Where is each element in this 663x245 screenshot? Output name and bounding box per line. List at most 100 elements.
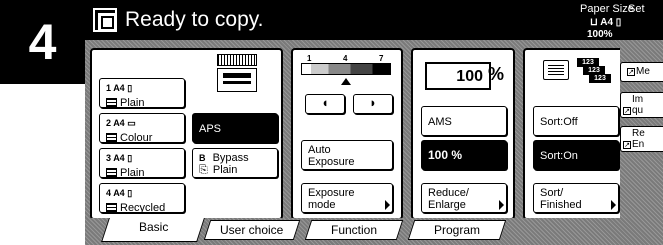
screen-number: 4 (0, 0, 85, 84)
drawer-number: 2 (106, 118, 112, 128)
exposure-darker-button[interactable]: ◗ (353, 94, 393, 114)
aps-label: APS (199, 123, 222, 135)
lighter-half-icon: ◖ (321, 95, 329, 110)
exposure-mode-label: Exposure mode (308, 187, 355, 211)
arrow-icon: ↗ (623, 107, 631, 115)
ams-label: AMS (428, 116, 452, 128)
reduce-enlarge-panel: 100 % AMS 100 % Reduce/ Enlarge (411, 48, 515, 220)
paper-size-value: ⊔ A4 ▯ (590, 17, 621, 28)
portrait-page-icon: ▯ (127, 83, 133, 93)
exposure-panel: 1 4 7 ◖ ◗ Auto Exposure Exposure mode (291, 48, 403, 220)
exposure-mode-button[interactable]: Exposure mode (301, 183, 393, 213)
bypass-tray-letter: B (199, 153, 206, 163)
sort-off-label: Sort:Off (540, 116, 578, 128)
zoom-value: 100 (456, 68, 483, 85)
drawer-type: Plain (120, 97, 145, 109)
drawer-3-button[interactable]: 3 A4 ▯ Plain (99, 148, 185, 179)
paper-size-header: Paper Size (580, 3, 634, 15)
memory-button[interactable]: ↗ Me (620, 62, 663, 82)
main-panel: 1 A4 ▯ Plain 2 A4 ▭ Colour 3 A4 ▯ Plain … (85, 40, 663, 232)
drawer-type: Colour (120, 132, 153, 144)
copy-status-icon (93, 8, 117, 32)
aps-button[interactable]: APS (192, 113, 278, 143)
paper-size-text: A4 (600, 17, 614, 28)
paper-stack-icon (106, 203, 117, 212)
sort-finished-label: Sort/ Finished (540, 187, 582, 211)
auto-exposure-button[interactable]: Auto Exposure (301, 140, 393, 170)
image-quality-label: Im qu (632, 94, 644, 116)
status-header: Ready to copy. Paper Size Set ⊔ A4 ▯ 100… (85, 0, 663, 40)
drawer-size: A4 (113, 188, 125, 198)
zoom-value-header: 100% (587, 29, 613, 40)
drawer-size: A4 (113, 153, 125, 163)
exposure-scale-max: 7 (379, 54, 384, 63)
exposure-density-scale (301, 63, 391, 75)
sort-on-button[interactable]: Sort:On (533, 140, 619, 170)
tab-program-label: Program (433, 223, 480, 237)
sort-finished-button[interactable]: Sort/ Finished (533, 183, 619, 213)
paper-stack-icon (106, 133, 117, 142)
portrait-page-icon: ▯ (127, 153, 133, 163)
paper-stack-icon (106, 98, 117, 107)
arrow-right-icon (499, 200, 504, 210)
drawer-4-button[interactable]: 4 A4 ▯ Recycled (99, 183, 185, 214)
tab-basic-label: Basic (139, 220, 169, 234)
tab-function[interactable]: Function (304, 220, 404, 240)
sort-tray-icon (543, 60, 569, 80)
drawer-1-button[interactable]: 1 A4 ▯ Plain (99, 78, 185, 109)
arrow-icon: ↗ (627, 68, 635, 76)
bypass-type: Plain (212, 164, 238, 176)
tab-user-choice-label: User choice (220, 223, 284, 237)
set-header: Set (628, 3, 645, 15)
tab-bar: Basic User choice Function Program (85, 218, 663, 245)
zoom-100-label: 100 % (428, 148, 463, 162)
bypass-label: Bypass (212, 152, 249, 164)
landscape-page-icon: ▭ (127, 118, 136, 128)
sort-on-label: Sort:On (540, 150, 578, 162)
reserve-label: Re En (632, 128, 645, 150)
paper-tray-icon: ⊔ (590, 17, 601, 28)
drawer-size: A4 (113, 118, 125, 128)
arrow-right-icon (611, 200, 616, 210)
paper-stack-icon (106, 168, 117, 177)
reduce-enlarge-label: Reduce/ Enlarge (428, 187, 469, 211)
copier-illustration-icon (217, 54, 257, 94)
ams-button[interactable]: AMS (421, 106, 507, 136)
zoom-100-button[interactable]: 100 % (421, 140, 507, 170)
exposure-level-marker-icon (341, 78, 351, 85)
exposure-scale-min: 1 (307, 54, 312, 63)
tab-program[interactable]: Program (407, 220, 507, 240)
sort-off-button[interactable]: Sort:Off (533, 106, 619, 136)
status-message: Ready to copy. (125, 8, 264, 31)
reduce-enlarge-button[interactable]: Reduce/ Enlarge (421, 183, 507, 213)
sort-stack-3: 123 (589, 74, 611, 83)
drawer-type: Recycled (120, 202, 166, 214)
drawer-number: 1 (106, 83, 112, 93)
paper-selection-panel: 1 A4 ▯ Plain 2 A4 ▭ Colour 3 A4 ▯ Plain … (90, 48, 283, 220)
bypass-tray-icon: ⎘ (199, 164, 208, 176)
image-quality-button[interactable]: ↗ Im qu (620, 92, 663, 118)
right-side-bar: ↗ Me ↗ Im qu ↗ Re En (620, 40, 663, 220)
drawer-number: 4 (106, 188, 112, 198)
drawer-number: 3 (106, 153, 112, 163)
portrait-page-icon: ▯ (127, 188, 133, 198)
reserve-button[interactable]: ↗ Re En (620, 126, 663, 152)
drawer-size: A4 (113, 83, 125, 93)
arrow-right-icon (385, 200, 390, 210)
bypass-button[interactable]: B Bypass ⎘ Plain (192, 148, 278, 178)
drawer-type: Plain (120, 167, 145, 179)
percent-symbol: % (488, 64, 505, 84)
tab-user-choice[interactable]: User choice (203, 220, 301, 240)
arrow-icon: ↗ (623, 141, 631, 149)
memory-label: Me (636, 66, 650, 77)
exposure-scale-mid: 4 (343, 54, 348, 63)
auto-exposure-label: Auto Exposure (308, 144, 355, 168)
sort-panel: 123 123 123 Sort:Off Sort:On Sort/ Finis… (523, 48, 627, 220)
drawer-2-button[interactable]: 2 A4 ▭ Colour (99, 113, 185, 144)
zoom-display: 100 (425, 62, 491, 90)
tab-basic[interactable]: Basic (101, 218, 205, 242)
tab-function-label: Function (330, 223, 378, 237)
exposure-lighter-button[interactable]: ◖ (305, 94, 345, 114)
darker-half-icon: ◗ (369, 95, 377, 110)
portrait-page-icon: ▯ (613, 17, 622, 28)
